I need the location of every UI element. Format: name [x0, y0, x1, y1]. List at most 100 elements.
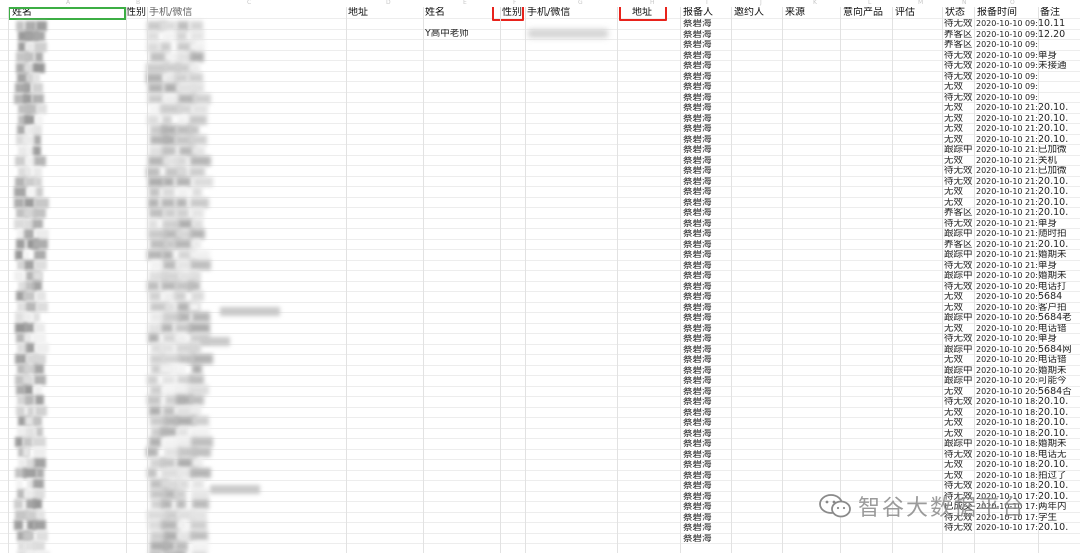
reporter-cell[interactable]: 蔡碧海	[683, 156, 712, 167]
remark-cell[interactable]: 20.10.	[1038, 429, 1080, 440]
remark-cell[interactable]: 客户拍	[1038, 303, 1080, 314]
status-cell[interactable]: 无效	[944, 198, 974, 209]
status-cell[interactable]: 待无效	[944, 397, 974, 408]
column-letter[interactable]: H	[650, 0, 655, 6]
status-cell[interactable]: 养客区	[944, 208, 974, 219]
reporter-cell[interactable]: 蔡碧海	[683, 523, 712, 534]
report-time-cell[interactable]: 2020-10-10 21:26	[976, 156, 1038, 167]
report-time-cell[interactable]: 2020-10-10 21:20	[976, 198, 1038, 209]
report-time-cell[interactable]: 2020-10-10 18:00	[976, 471, 1038, 482]
column-letter[interactable]: N	[962, 0, 967, 6]
status-cell[interactable]	[944, 534, 974, 545]
reporter-cell[interactable]: 蔡碧海	[683, 513, 712, 524]
remark-cell[interactable]	[1038, 534, 1080, 545]
reporter-cell[interactable]: 蔡碧海	[683, 355, 712, 366]
status-cell[interactable]: 待无效	[944, 334, 974, 345]
remark-cell[interactable]: 电话打	[1038, 282, 1080, 293]
report-time-cell[interactable]: 2020-10-10 09:42	[976, 93, 1038, 104]
header-remark[interactable]: 备注	[1040, 7, 1060, 19]
header-report-time[interactable]: 报备时间	[977, 7, 1017, 19]
column-letter[interactable]: F	[513, 0, 516, 6]
report-time-cell[interactable]: 2020-10-10 18:18	[976, 429, 1038, 440]
header-inviter[interactable]: 邀约人	[734, 7, 764, 19]
remark-cell[interactable]: 20.10.	[1038, 240, 1080, 251]
remark-cell[interactable]: 20.10.	[1038, 177, 1080, 188]
remark-cell[interactable]: 20.10.	[1038, 103, 1080, 114]
remark-cell[interactable]: 20.10.	[1038, 124, 1080, 135]
status-cell[interactable]: 待无效	[944, 72, 974, 83]
status-cell[interactable]: 待无效	[944, 93, 974, 104]
status-cell[interactable]: 无效	[944, 324, 974, 335]
reporter-cell[interactable]: 蔡碧海	[683, 271, 712, 282]
status-cell[interactable]: 跟踪中	[944, 376, 974, 387]
report-time-cell[interactable]: 2020-10-10 09:48	[976, 40, 1038, 51]
report-time-cell[interactable]: 2020-10-10 18:02	[976, 460, 1038, 471]
reporter-cell[interactable]: 蔡碧海	[683, 166, 712, 177]
remark-cell[interactable]: 20.10.	[1038, 114, 1080, 125]
remark-cell[interactable]: 20.10.	[1038, 187, 1080, 198]
report-time-cell[interactable]: 2020-10-10 18:45	[976, 418, 1038, 429]
status-cell[interactable]: 待无效	[944, 19, 974, 30]
remark-cell[interactable]: 单身	[1038, 219, 1080, 230]
status-cell[interactable]: 无效	[944, 429, 974, 440]
header-status[interactable]: 状态	[945, 7, 965, 19]
header-left-address[interactable]: 地址	[348, 7, 368, 19]
reporter-cell[interactable]: 蔡碧海	[683, 481, 712, 492]
report-time-cell[interactable]: 2020-10-10 21:00	[976, 250, 1038, 261]
report-time-cell[interactable]: 2020-10-10 21:33	[976, 103, 1038, 114]
report-time-cell[interactable]: 2020-10-10 09:44	[976, 72, 1038, 83]
reporter-cell[interactable]: 蔡碧海	[683, 345, 712, 356]
remark-cell[interactable]	[1038, 82, 1080, 93]
reporter-cell[interactable]: 蔡碧海	[683, 408, 712, 419]
column-letter[interactable]: G	[578, 0, 583, 6]
reporter-cell[interactable]: 蔡碧海	[683, 387, 712, 398]
reporter-cell[interactable]: 蔡碧海	[683, 397, 712, 408]
status-cell[interactable]: 无效	[944, 187, 974, 198]
reporter-cell[interactable]: 蔡碧海	[683, 93, 712, 104]
report-time-cell[interactable]: 2020-10-10 20:10	[976, 292, 1038, 303]
remark-cell[interactable]: 随时拍	[1038, 229, 1080, 240]
reporter-cell[interactable]: 蔡碧海	[683, 376, 712, 387]
column-letter[interactable]: I	[706, 0, 708, 6]
remark-cell[interactable]: 单身	[1038, 261, 1080, 272]
report-time-cell[interactable]: 2020-10-10 20:59	[976, 271, 1038, 282]
report-time-cell[interactable]: 2020-10-10 21:27	[976, 145, 1038, 156]
remark-cell[interactable]: 20.10.	[1038, 135, 1080, 146]
header-evaluation[interactable]: 评估	[895, 7, 915, 19]
reporter-cell[interactable]: 蔡碧海	[683, 40, 712, 51]
status-cell[interactable]: 跟踪中	[944, 313, 974, 324]
reporter-cell[interactable]: 蔡碧海	[683, 114, 712, 125]
remark-cell[interactable]: 单身	[1038, 51, 1080, 62]
report-time-cell[interactable]: 2020-10-10 18:08	[976, 439, 1038, 450]
status-cell[interactable]: 跟踪中	[944, 366, 974, 377]
status-cell[interactable]: 无效	[944, 303, 974, 314]
reporter-cell[interactable]: 蔡碧海	[683, 51, 712, 62]
remark-cell[interactable]: 关机	[1038, 156, 1080, 167]
report-time-cell[interactable]: 2020-10-10 21:32	[976, 124, 1038, 135]
report-time-cell[interactable]: 2020-10-10 20:02	[976, 376, 1038, 387]
reporter-cell[interactable]: 蔡碧海	[683, 177, 712, 188]
header-left-gender[interactable]: 性别	[126, 7, 146, 19]
status-cell[interactable]: 无效	[944, 460, 974, 471]
status-cell[interactable]: 无效	[944, 355, 974, 366]
column-letter[interactable]: L	[868, 0, 871, 6]
status-cell[interactable]: 待无效	[944, 51, 974, 62]
status-cell[interactable]: 跟踪中	[944, 145, 974, 156]
remark-cell[interactable]: 婚期未	[1038, 366, 1080, 377]
report-time-cell[interactable]: 2020-10-10 20:05	[976, 313, 1038, 324]
column-letter[interactable]: E	[463, 0, 467, 6]
report-time-cell[interactable]: 2020-10-10 21:33	[976, 114, 1038, 125]
remark-cell[interactable]: 20.10.	[1038, 418, 1080, 429]
header-mid-phone[interactable]: 手机/微信	[527, 7, 570, 19]
column-letter[interactable]: B	[136, 0, 140, 6]
reporter-cell[interactable]: 蔡碧海	[683, 19, 712, 30]
report-time-cell[interactable]: 2020-10-10 20:59	[976, 282, 1038, 293]
table-row[interactable]: 蔡碧海 待无效2020-10-10 18:4820.10.	[0, 397, 1080, 408]
reporter-cell[interactable]: 蔡碧海	[683, 261, 712, 272]
report-time-cell[interactable]: 2020-10-10 18:48	[976, 397, 1038, 408]
first-entry-name[interactable]: Y高中老师	[425, 29, 469, 40]
reporter-cell[interactable]: 蔡碧海	[683, 72, 712, 83]
reporter-cell[interactable]: 蔡碧海	[683, 313, 712, 324]
header-reporter[interactable]: 报备人	[683, 7, 713, 19]
reporter-cell[interactable]: 蔡碧海	[683, 135, 712, 146]
